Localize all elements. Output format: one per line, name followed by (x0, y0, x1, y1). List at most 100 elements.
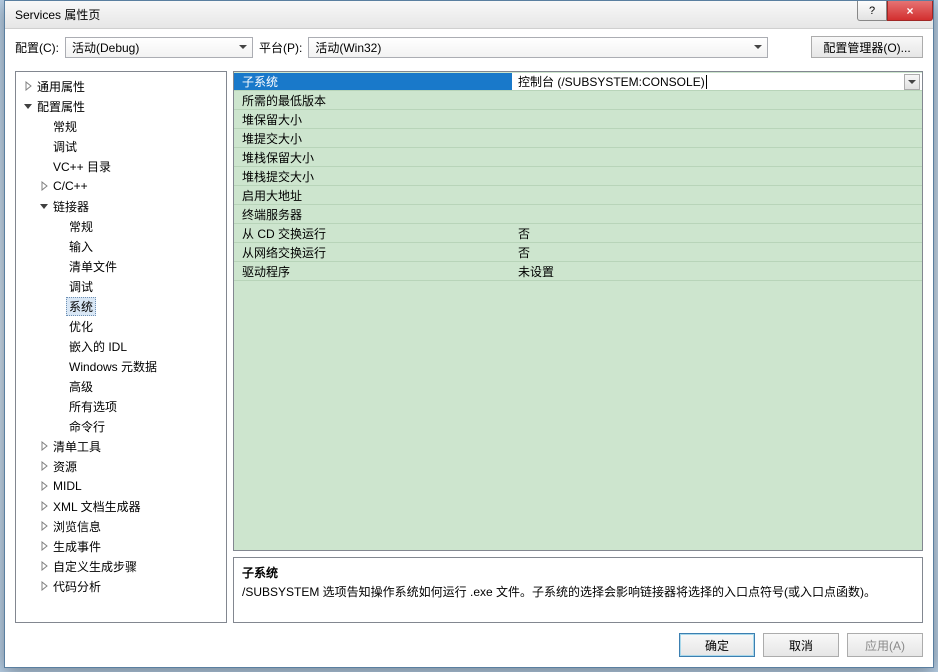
property-row[interactable]: 启用大地址 (234, 186, 922, 205)
tree-item[interactable]: 资源 (16, 456, 226, 476)
property-name: 堆提交大小 (234, 130, 512, 147)
tree-item[interactable]: 清单文件 (16, 256, 226, 276)
configuration-manager-button[interactable]: 配置管理器(O)... (811, 36, 923, 58)
tree-item-label: 高级 (66, 377, 96, 396)
tree-item[interactable]: 常规 (16, 216, 226, 236)
property-name: 从网络交换运行 (234, 244, 512, 261)
tree-item[interactable]: 自定义生成步骤 (16, 556, 226, 576)
tree-item-label: VC++ 目录 (50, 157, 114, 176)
property-name: 从 CD 交换运行 (234, 225, 512, 242)
tree-item-label: 系统 (66, 297, 96, 316)
tree-item-label: 调试 (50, 137, 80, 156)
property-value-cell[interactable]: 否 (512, 225, 922, 242)
tree-expand-icon[interactable] (38, 581, 50, 591)
tree-item[interactable]: XML 文档生成器 (16, 496, 226, 516)
right-pane: 子系统控制台 (/SUBSYSTEM:CONSOLE)所需的最低版本堆保留大小堆… (233, 71, 923, 623)
titlebar: Services 属性页 ? × (5, 1, 933, 29)
property-row[interactable]: 堆提交大小 (234, 129, 922, 148)
tree-expand-icon[interactable] (38, 481, 50, 491)
tree-item[interactable]: 输入 (16, 236, 226, 256)
tree-item-label: MIDL (50, 478, 85, 494)
tree-expand-icon[interactable] (38, 461, 50, 471)
property-name: 堆栈保留大小 (234, 149, 512, 166)
platform-combo[interactable]: 活动(Win32) (308, 37, 768, 58)
property-value-cell[interactable]: 否 (512, 244, 922, 261)
tree-item[interactable]: 命令行 (16, 416, 226, 436)
description-panel: 子系统 /SUBSYSTEM 选项告知操作系统如何运行 .exe 文件。子系统的… (233, 557, 923, 623)
window-title: Services 属性页 (5, 6, 100, 23)
ok-button[interactable]: 确定 (679, 633, 755, 657)
tree-expand-icon[interactable] (22, 81, 34, 91)
config-combo-value: 活动(Debug) (72, 39, 139, 56)
tree-item[interactable]: 链接器 (16, 196, 226, 216)
property-value-cell[interactable]: 控制台 (/SUBSYSTEM:CONSOLE) (512, 73, 922, 90)
property-row[interactable]: 从 CD 交换运行否 (234, 224, 922, 243)
tree-item-label: 代码分析 (50, 577, 104, 596)
property-row[interactable]: 终端服务器 (234, 205, 922, 224)
tree-expand-icon[interactable] (38, 181, 50, 191)
property-row[interactable]: 驱动程序未设置 (234, 262, 922, 281)
property-row[interactable]: 所需的最低版本 (234, 91, 922, 110)
close-button[interactable]: × (887, 1, 933, 21)
property-row[interactable]: 堆栈保留大小 (234, 148, 922, 167)
tree-item[interactable]: VC++ 目录 (16, 156, 226, 176)
property-grid[interactable]: 子系统控制台 (/SUBSYSTEM:CONSOLE)所需的最低版本堆保留大小堆… (233, 71, 923, 551)
tree-item[interactable]: 调试 (16, 276, 226, 296)
tree-expand-icon[interactable] (38, 501, 50, 511)
property-row[interactable]: 堆保留大小 (234, 110, 922, 129)
tree-expand-icon[interactable] (38, 541, 50, 551)
tree-expand-icon[interactable] (38, 201, 50, 211)
property-row[interactable]: 子系统控制台 (/SUBSYSTEM:CONSOLE) (234, 72, 922, 91)
tree-item[interactable]: 系统 (16, 296, 226, 316)
tree-expand-icon[interactable] (38, 521, 50, 531)
property-row[interactable]: 从网络交换运行否 (234, 243, 922, 262)
cancel-button[interactable]: 取消 (763, 633, 839, 657)
tree-item[interactable]: C/C++ (16, 176, 226, 196)
tree-item[interactable]: MIDL (16, 476, 226, 496)
dropdown-icon[interactable] (904, 74, 920, 90)
tree-item[interactable]: 所有选项 (16, 396, 226, 416)
tree-item[interactable]: 调试 (16, 136, 226, 156)
property-name: 驱动程序 (234, 263, 512, 280)
main-area: 通用属性配置属性常规调试VC++ 目录C/C++链接器常规输入清单文件调试系统优… (15, 71, 923, 623)
tree-item-label: 常规 (66, 217, 96, 236)
tree-item-label: 优化 (66, 317, 96, 336)
tree-item[interactable]: 代码分析 (16, 576, 226, 596)
property-row[interactable]: 堆栈提交大小 (234, 167, 922, 186)
tree-item[interactable]: 嵌入的 IDL (16, 336, 226, 356)
tree-item[interactable]: 通用属性 (16, 76, 226, 96)
tree-item[interactable]: 配置属性 (16, 96, 226, 116)
tree-item[interactable]: 高级 (16, 376, 226, 396)
config-toolbar: 配置(C): 活动(Debug) 平台(P): 活动(Win32) 配置管理器(… (5, 29, 933, 59)
apply-button[interactable]: 应用(A) (847, 633, 923, 657)
tree-item-label: Windows 元数据 (66, 357, 160, 376)
property-name: 终端服务器 (234, 206, 512, 223)
tree-item-label: 输入 (66, 237, 96, 256)
category-tree[interactable]: 通用属性配置属性常规调试VC++ 目录C/C++链接器常规输入清单文件调试系统优… (15, 71, 227, 623)
tree-item-label: 清单工具 (50, 437, 104, 456)
property-name: 堆保留大小 (234, 111, 512, 128)
tree-item-label: 资源 (50, 457, 80, 476)
tree-item[interactable]: 生成事件 (16, 536, 226, 556)
tree-expand-icon[interactable] (38, 561, 50, 571)
platform-label: 平台(P): (259, 39, 302, 56)
tree-item[interactable]: 清单工具 (16, 436, 226, 456)
config-combo[interactable]: 活动(Debug) (65, 37, 253, 58)
description-text: /SUBSYSTEM 选项告知操作系统如何运行 .exe 文件。子系统的选择会影… (242, 583, 914, 600)
tree-item-label: 清单文件 (66, 257, 120, 276)
property-value: 控制台 (/SUBSYSTEM:CONSOLE) (518, 75, 707, 89)
dialog-buttons: 确定 取消 应用(A) (679, 633, 923, 657)
platform-combo-value: 活动(Win32) (315, 39, 381, 56)
tree-item-label: 自定义生成步骤 (50, 557, 140, 576)
tree-item[interactable]: Windows 元数据 (16, 356, 226, 376)
help-button[interactable]: ? (857, 1, 887, 21)
tree-item[interactable]: 浏览信息 (16, 516, 226, 536)
tree-item-label: 配置属性 (34, 97, 88, 116)
property-value-cell[interactable]: 未设置 (512, 263, 922, 280)
tree-item[interactable]: 常规 (16, 116, 226, 136)
tree-expand-icon[interactable] (22, 101, 34, 111)
tree-item-label: 所有选项 (66, 397, 120, 416)
tree-item[interactable]: 优化 (16, 316, 226, 336)
property-name: 所需的最低版本 (234, 92, 512, 109)
tree-expand-icon[interactable] (38, 441, 50, 451)
